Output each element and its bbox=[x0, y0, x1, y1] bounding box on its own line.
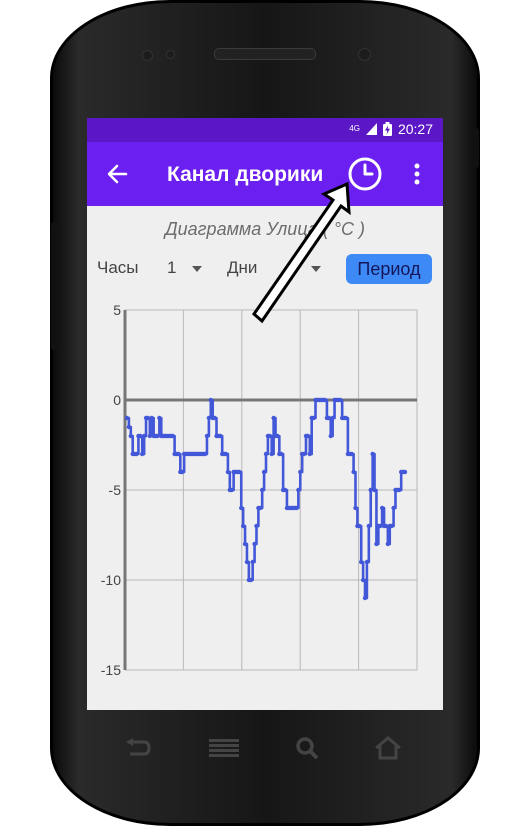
callout-arrow bbox=[252, 181, 351, 324]
